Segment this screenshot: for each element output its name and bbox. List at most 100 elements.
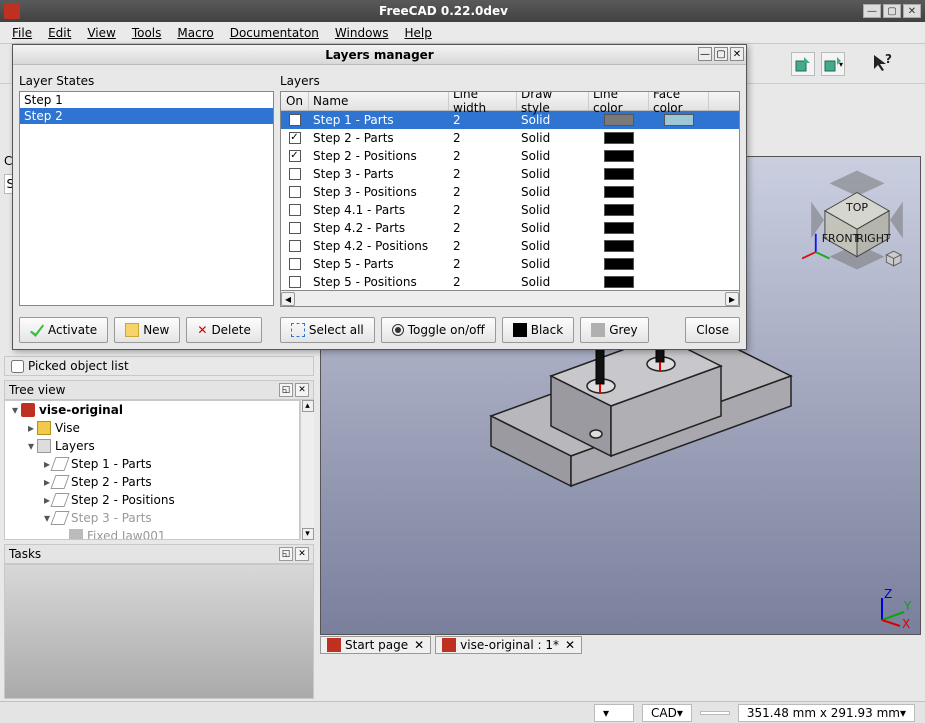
layer-on-checkbox[interactable] <box>289 276 301 288</box>
layer-state-item[interactable]: Step 1 <box>20 92 273 108</box>
menu-edit[interactable]: Edit <box>40 24 79 42</box>
face-color-swatch[interactable] <box>664 114 694 126</box>
layer-row[interactable]: Step 4.2 - Positions2Solid <box>281 237 739 255</box>
dialog-close-button[interactable]: ✕ <box>730 47 744 61</box>
close-tab-icon[interactable]: ✕ <box>565 638 575 652</box>
col-name[interactable]: Name <box>309 92 449 110</box>
line-color-swatch[interactable] <box>604 186 634 198</box>
line-color-swatch[interactable] <box>604 222 634 234</box>
layer-states-list[interactable]: Step 1 Step 2 <box>19 91 274 306</box>
layer-row[interactable]: Step 5 - Parts2Solid <box>281 255 739 273</box>
toolbar-import-button[interactable] <box>791 52 815 76</box>
select-all-button[interactable]: Select all <box>280 317 375 343</box>
layer-on-checkbox[interactable] <box>289 186 301 198</box>
toolbar-export-button[interactable]: ▾ <box>821 52 845 76</box>
layer-row[interactable]: Step 4.2 - Parts2Solid <box>281 219 739 237</box>
black-button[interactable]: Black <box>502 317 574 343</box>
delete-button[interactable]: ✕Delete <box>186 317 262 343</box>
menu-help[interactable]: Help <box>396 24 439 42</box>
scroll-right-button[interactable]: ▸ <box>725 292 739 306</box>
menu-windows[interactable]: Windows <box>327 24 397 42</box>
close-tab-icon[interactable]: ✕ <box>414 638 424 652</box>
nav-style-field[interactable]: CAD ▾ <box>642 704 692 722</box>
scroll-left-button[interactable]: ◂ <box>281 292 295 306</box>
dialog-titlebar[interactable]: Layers manager — ▢ ✕ <box>13 45 746 65</box>
toolbar-whatsthis-button[interactable]: ? <box>871 52 895 76</box>
col-on[interactable]: On <box>281 92 309 110</box>
layer-on-checkbox[interactable] <box>289 240 301 252</box>
treeview-close-button[interactable]: ✕ <box>295 383 309 397</box>
tree-scrollbar[interactable]: ▴ ▾ <box>300 400 314 540</box>
dialog-minimize-button[interactable]: — <box>698 47 712 61</box>
tree-item[interactable]: ▸Step 2 - Parts <box>5 473 299 491</box>
layer-row[interactable]: Step 4.1 - Parts2Solid <box>281 201 739 219</box>
col-face-color[interactable]: Face color <box>649 92 709 110</box>
menu-tools[interactable]: Tools <box>124 24 170 42</box>
tree-item[interactable]: ▸Step 1 - Parts <box>5 455 299 473</box>
maximize-button[interactable]: ▢ <box>883 4 901 18</box>
layer-on-checkbox[interactable] <box>289 222 301 234</box>
line-color-swatch[interactable] <box>604 114 634 126</box>
line-color-swatch[interactable] <box>604 150 634 162</box>
tree-item[interactable]: ▸Step 2 - Positions <box>5 491 299 509</box>
layer-row[interactable]: ✓Step 2 - Parts2Solid <box>281 129 739 147</box>
navcube-top[interactable]: TOP <box>845 201 868 214</box>
tasks-close-button[interactable]: ✕ <box>295 547 309 561</box>
tab-start-page[interactable]: Start page ✕ <box>320 636 431 654</box>
close-dialog-button[interactable]: Close <box>685 317 740 343</box>
tree-item[interactable]: Fixed Jaw001 <box>5 527 299 540</box>
layer-on-checkbox[interactable] <box>289 168 301 180</box>
layer-row[interactable]: Step 5 - Positions2Solid <box>281 273 739 291</box>
menu-file[interactable]: File <box>4 24 40 42</box>
picked-checkbox[interactable] <box>11 360 24 373</box>
layer-row[interactable]: ✓Step 2 - Positions2Solid <box>281 147 739 165</box>
picked-object-list-header[interactable]: Picked object list <box>4 356 314 376</box>
layer-row[interactable]: Step 3 - Positions2Solid <box>281 183 739 201</box>
layer-row[interactable]: Step 3 - Parts2Solid <box>281 165 739 183</box>
nav-cube[interactable]: TOP FRONT RIGHT <box>802 165 912 275</box>
tab-vise-original[interactable]: vise-original : 1* ✕ <box>435 636 582 654</box>
layer-state-item[interactable]: Step 2 <box>20 108 273 124</box>
tree-item[interactable]: ▾Layers <box>5 437 299 455</box>
menu-documentation[interactable]: Documentaton <box>222 24 327 42</box>
layer-on-checkbox[interactable]: ✓ <box>289 114 301 126</box>
line-color-swatch[interactable] <box>604 204 634 216</box>
tree-root[interactable]: ▾vise-original <box>5 401 299 419</box>
navcube-right[interactable]: RIGHT <box>856 232 891 245</box>
treeview-header[interactable]: Tree view ◱ ✕ <box>4 380 314 400</box>
col-draw-style[interactable]: Draw style <box>517 92 589 110</box>
col-line-width[interactable]: Line width <box>449 92 517 110</box>
menu-view[interactable]: View <box>79 24 123 42</box>
treeview-undock-button[interactable]: ◱ <box>279 383 293 397</box>
tree-item[interactable]: ▾Step 3 - Parts <box>5 509 299 527</box>
layer-on-checkbox[interactable] <box>289 204 301 216</box>
tree-view[interactable]: ▾vise-original ▸Vise▾Layers▸Step 1 - Par… <box>4 400 300 540</box>
dialog-maximize-button[interactable]: ▢ <box>714 47 728 61</box>
layers-hscroll[interactable]: ◂ ▸ <box>280 291 740 307</box>
close-window-button[interactable]: ✕ <box>903 4 921 18</box>
menu-macro[interactable]: Macro <box>169 24 221 42</box>
tasks-header[interactable]: Tasks ◱ ✕ <box>4 544 314 564</box>
scroll-up-button[interactable]: ▴ <box>302 400 314 412</box>
layer-on-checkbox[interactable]: ✓ <box>289 132 301 144</box>
layer-on-checkbox[interactable] <box>289 258 301 270</box>
line-color-swatch[interactable] <box>604 168 634 180</box>
tree-item[interactable]: ▸Vise <box>5 419 299 437</box>
grey-button[interactable]: Grey <box>580 317 648 343</box>
tasks-undock-button[interactable]: ◱ <box>279 547 293 561</box>
activate-button[interactable]: Activate <box>19 317 108 343</box>
line-color-swatch[interactable] <box>604 132 634 144</box>
toggle-button[interactable]: Toggle on/off <box>381 317 496 343</box>
new-button[interactable]: New <box>114 317 180 343</box>
status-field-1[interactable]: ▾ <box>594 704 634 722</box>
minimize-button[interactable]: — <box>863 4 881 18</box>
layer-on-checkbox[interactable]: ✓ <box>289 150 301 162</box>
navcube-front[interactable]: FRONT <box>822 232 860 245</box>
status-field-3[interactable] <box>700 711 730 715</box>
line-color-swatch[interactable] <box>604 258 634 270</box>
col-line-color[interactable]: Line color <box>589 92 649 110</box>
line-color-swatch[interactable] <box>604 240 634 252</box>
layers-table[interactable]: On Name Line width Draw style Line color… <box>280 91 740 291</box>
line-color-swatch[interactable] <box>604 276 634 288</box>
scroll-down-button[interactable]: ▾ <box>302 528 314 540</box>
